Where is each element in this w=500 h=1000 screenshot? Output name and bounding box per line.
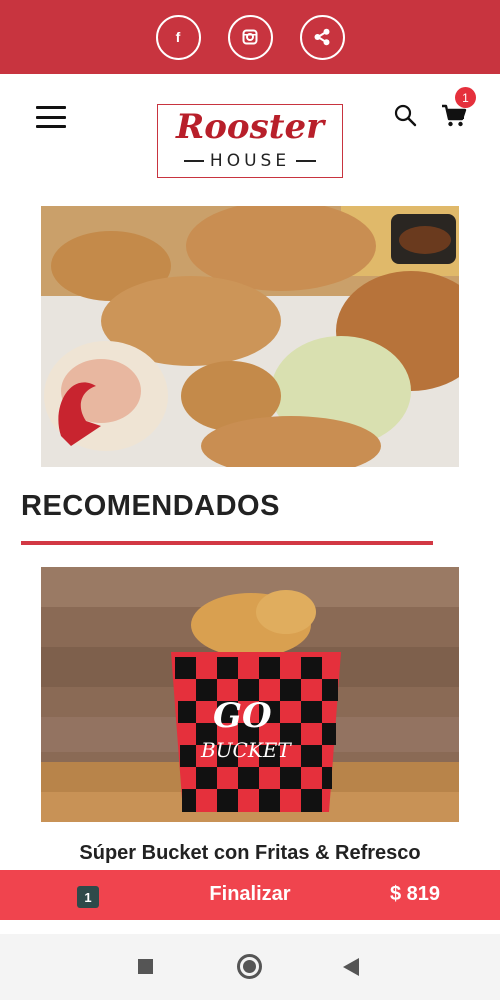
facebook-glyph: f <box>175 29 181 45</box>
search-icon[interactable] <box>393 103 417 127</box>
instagram-icon[interactable] <box>227 14 273 60</box>
hero-banner[interactable] <box>41 206 459 467</box>
menu-icon[interactable] <box>36 106 66 128</box>
recents-icon[interactable] <box>138 959 153 974</box>
brand-logo[interactable]: Rooster HOUSE <box>157 104 343 178</box>
logo-word: Rooster <box>175 107 324 147</box>
facebook-icon[interactable]: f <box>155 14 201 60</box>
product-name[interactable]: Súper Bucket con Fritas & Refresco <box>0 842 500 865</box>
system-nav-bar <box>0 934 500 1000</box>
share-icon[interactable] <box>299 14 345 60</box>
section-title: RECOMENDADOS <box>21 490 280 522</box>
order-total: $ 819 <box>389 883 440 905</box>
cart-count-badge: 1 <box>455 87 476 108</box>
home-icon[interactable] <box>237 954 262 979</box>
share-glyph <box>314 28 330 46</box>
bucket-text-2: BUCKET <box>200 738 292 762</box>
app-screen: f Rooster HOUSE 1 RECOMENDADOS GO BUCKET… <box>0 0 500 1000</box>
back-icon[interactable] <box>343 958 359 976</box>
app-header: Rooster HOUSE 1 <box>0 74 500 196</box>
logo-sub: HOUSE <box>158 151 342 171</box>
section-divider <box>21 541 433 545</box>
logo-sub-text: HOUSE <box>209 151 291 171</box>
product-image[interactable]: GO BUCKET <box>41 567 459 822</box>
social-bar: f <box>0 0 500 74</box>
bucket-text-1: GO <box>213 696 272 736</box>
bucket-photo: GO BUCKET <box>41 567 459 822</box>
checkout-bar[interactable]: 1 Finalizar $ 819 <box>0 870 500 920</box>
instagram-glyph <box>242 29 258 45</box>
fried-chicken-photo <box>41 206 459 467</box>
